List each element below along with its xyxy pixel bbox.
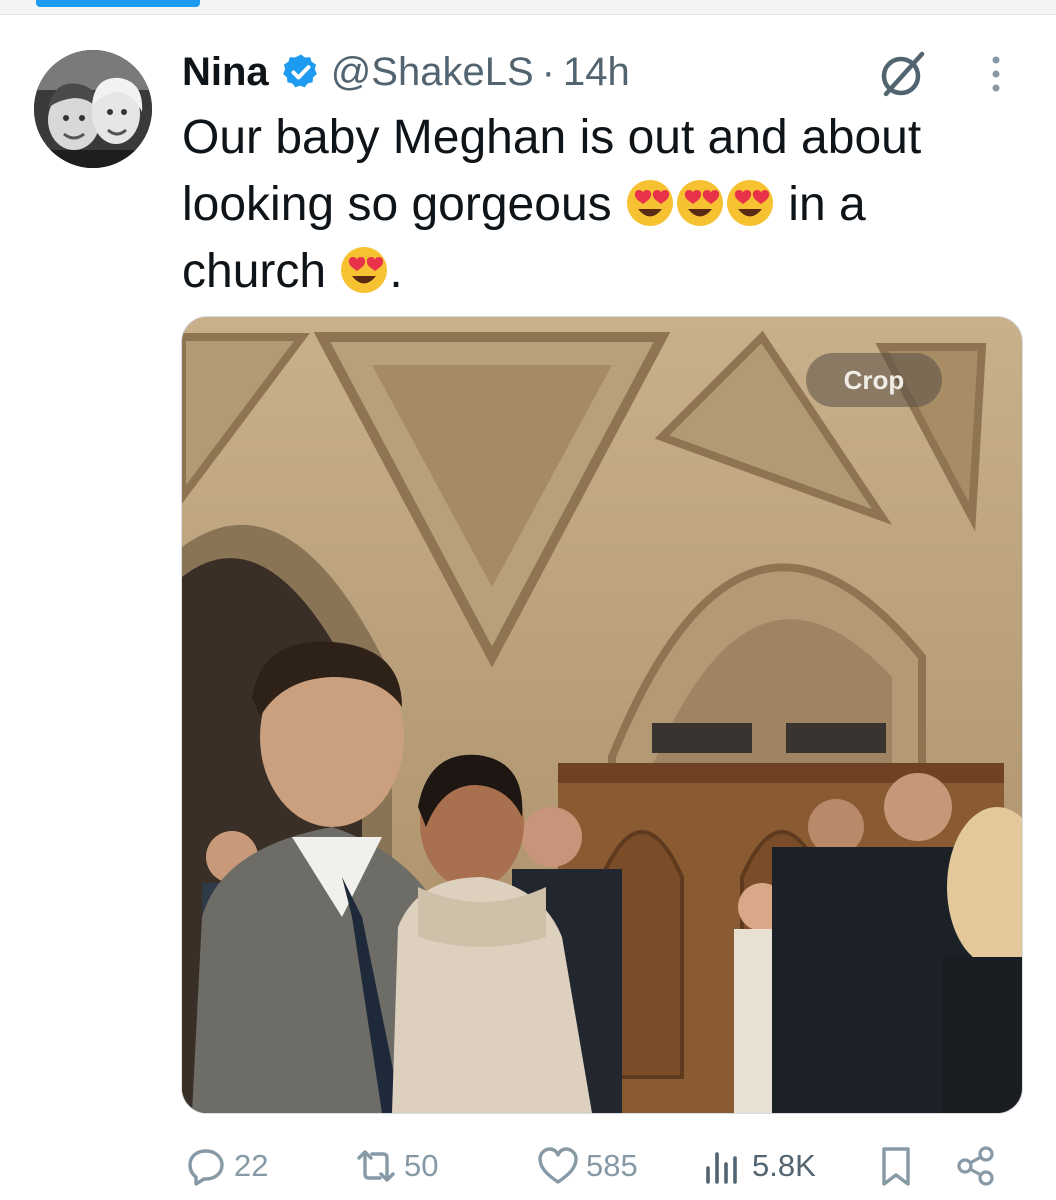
- share-icon: [957, 1146, 994, 1186]
- reply-button[interactable]: 22: [184, 1138, 268, 1194]
- repost-count: 50: [404, 1148, 439, 1183]
- repost-icon: [357, 1150, 395, 1182]
- crop-button[interactable]: Crop: [806, 353, 942, 407]
- tweet-page: Nina @ShakeLS · 14h Our baby Meghan is o…: [0, 0, 1056, 1200]
- tweet-header: Nina @ShakeLS · 14h: [182, 42, 630, 102]
- tweet-text-part-3: .: [389, 245, 403, 298]
- repost-button[interactable]: 50: [354, 1138, 438, 1194]
- author-name[interactable]: Nina: [182, 50, 269, 95]
- crop-label: Crop: [843, 364, 905, 395]
- like-count: 585: [586, 1148, 638, 1183]
- timestamp[interactable]: 14h: [563, 50, 630, 95]
- accent-bar: [36, 0, 200, 7]
- bookmark-icon: [882, 1147, 910, 1186]
- bookmark-button[interactable]: [874, 1138, 924, 1194]
- views-chart-icon: [706, 1152, 737, 1184]
- grok-icon[interactable]: [874, 46, 930, 102]
- heart-eyes-emoji-icon: [726, 180, 773, 226]
- heart-icon: [538, 1147, 578, 1184]
- heart-eyes-emoji-icon: [341, 247, 388, 293]
- action-bar: 22 50 585 5.8K: [180, 1138, 1020, 1194]
- author-handle[interactable]: @ShakeLS: [331, 50, 534, 95]
- avatar[interactable]: [34, 50, 152, 168]
- heart-eyes-emoji-icon: [676, 180, 723, 226]
- more-options-icon[interactable]: [980, 52, 1012, 96]
- like-button[interactable]: 585: [536, 1138, 638, 1194]
- avatar-photo: [34, 50, 152, 168]
- church-photo: [182, 317, 1022, 1113]
- verified-badge-icon: [282, 54, 317, 88]
- view-count: 5.8K: [752, 1148, 816, 1183]
- tweet-media-photo[interactable]: Crop: [181, 316, 1023, 1114]
- reply-count: 22: [234, 1148, 269, 1183]
- reply-icon: [188, 1149, 224, 1186]
- heart-eyes-emoji-icon: [626, 180, 673, 226]
- tweet-text: Our baby Meghan is out and about looking…: [182, 104, 1012, 305]
- views-button[interactable]: 5.8K: [702, 1138, 816, 1194]
- share-button[interactable]: [954, 1138, 1004, 1194]
- separator-dot: ·: [541, 49, 555, 94]
